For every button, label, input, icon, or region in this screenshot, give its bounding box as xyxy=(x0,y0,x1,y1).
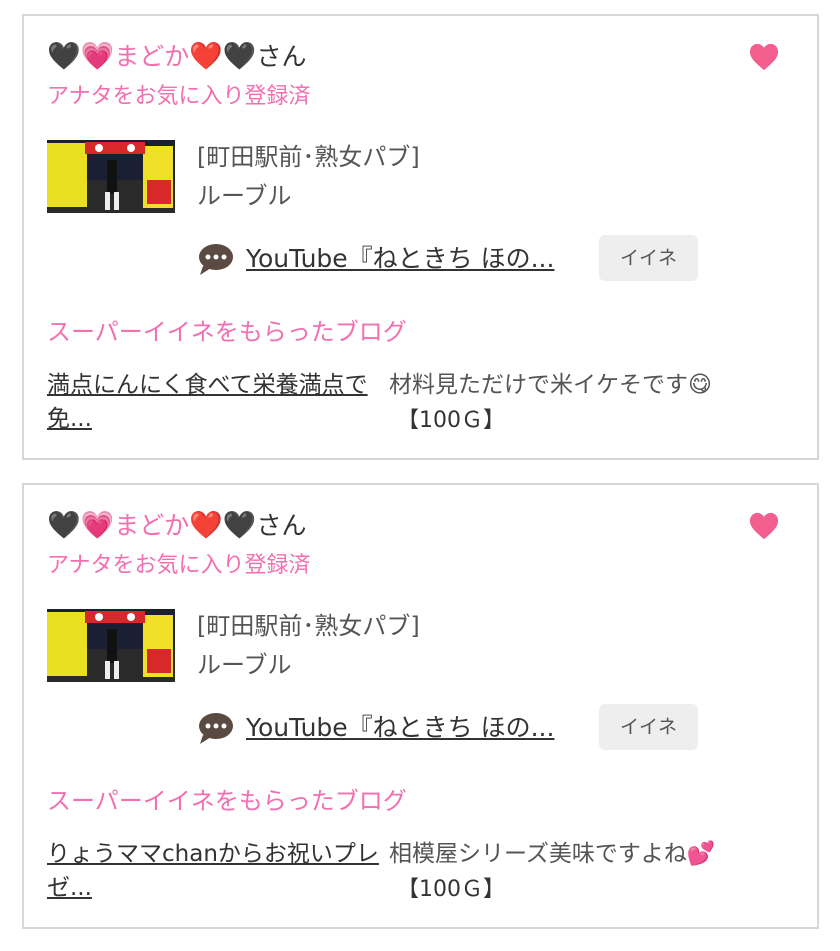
super-blog-link[interactable]: 満点にんにく食べて栄養満点で免... xyxy=(47,368,387,436)
thumbnail-image xyxy=(47,140,175,213)
shop-name[interactable]: ルーブル xyxy=(197,649,420,681)
super-blog-points: 【100Ｇ】 xyxy=(397,408,505,433)
speech-bubble-icon xyxy=(199,713,233,744)
shop-info[interactable]: [町田駅前･熟女パブ] ルーブル xyxy=(47,609,420,682)
feed-card: 🖤💗 まどか ❤️🖤 さん アナタをお気に入り登録済 [町田駅前･熟女パブ] ル… xyxy=(22,483,819,929)
feed-card: 🖤💗 まどか ❤️🖤 さん アナタをお気に入り登録済 [町田駅前･熟女パブ] ル… xyxy=(22,14,819,460)
speech-bubble-icon xyxy=(199,244,233,275)
shop-area: [町田駅前･熟女パブ] xyxy=(197,612,420,640)
super-blog-comment: 相模屋シリーズ美味ですよね💕 xyxy=(389,841,716,867)
favorite-status: アナタをお気に入り登録済 xyxy=(47,553,311,578)
super-blog-points: 【100Ｇ】 xyxy=(397,877,505,902)
user-emoji-suffix: ❤️🖤 xyxy=(189,41,257,72)
shop-thumbnail[interactable] xyxy=(47,609,175,682)
shop-area: [町田駅前･熟女パブ] xyxy=(197,143,420,171)
super-blog-comment: 材料見ただけで米イケそです😋 xyxy=(389,372,712,398)
user-honorific: さん xyxy=(256,511,307,540)
super-like-section-title: スーパーイイネをもらったブログ xyxy=(47,787,407,815)
user-name-text: まどか xyxy=(114,42,190,71)
user-name[interactable]: 🖤💗 まどか ❤️🖤 さん xyxy=(47,39,307,75)
like-button[interactable]: イイネ xyxy=(599,235,698,281)
user-honorific: さん xyxy=(256,42,307,71)
blog-link[interactable]: YouTube『ねときち ほの... xyxy=(246,705,554,751)
favorite-status: アナタをお気に入り登録済 xyxy=(47,84,311,109)
shop-name[interactable]: ルーブル xyxy=(197,180,420,212)
blog-entry[interactable]: YouTube『ねときち ほの... xyxy=(198,236,554,282)
heart-icon[interactable] xyxy=(749,511,779,541)
user-name-text: まどか xyxy=(114,511,190,540)
user-emoji-suffix: ❤️🖤 xyxy=(189,510,257,541)
blog-link[interactable]: YouTube『ねときち ほの... xyxy=(246,236,554,282)
thumbnail-image xyxy=(47,609,175,682)
user-emoji-prefix: 🖤💗 xyxy=(47,510,115,541)
shop-info[interactable]: [町田駅前･熟女パブ] ルーブル xyxy=(47,140,420,213)
super-like-section-title: スーパーイイネをもらったブログ xyxy=(47,318,407,346)
user-emoji-prefix: 🖤💗 xyxy=(47,41,115,72)
user-name[interactable]: 🖤💗 まどか ❤️🖤 さん xyxy=(47,508,307,544)
super-blog-link[interactable]: りょうママchanからお祝いプレゼ... xyxy=(47,837,387,905)
heart-icon[interactable] xyxy=(749,42,779,72)
shop-thumbnail[interactable] xyxy=(47,140,175,213)
like-button[interactable]: イイネ xyxy=(599,704,698,750)
blog-entry[interactable]: YouTube『ねときち ほの... xyxy=(198,705,554,751)
